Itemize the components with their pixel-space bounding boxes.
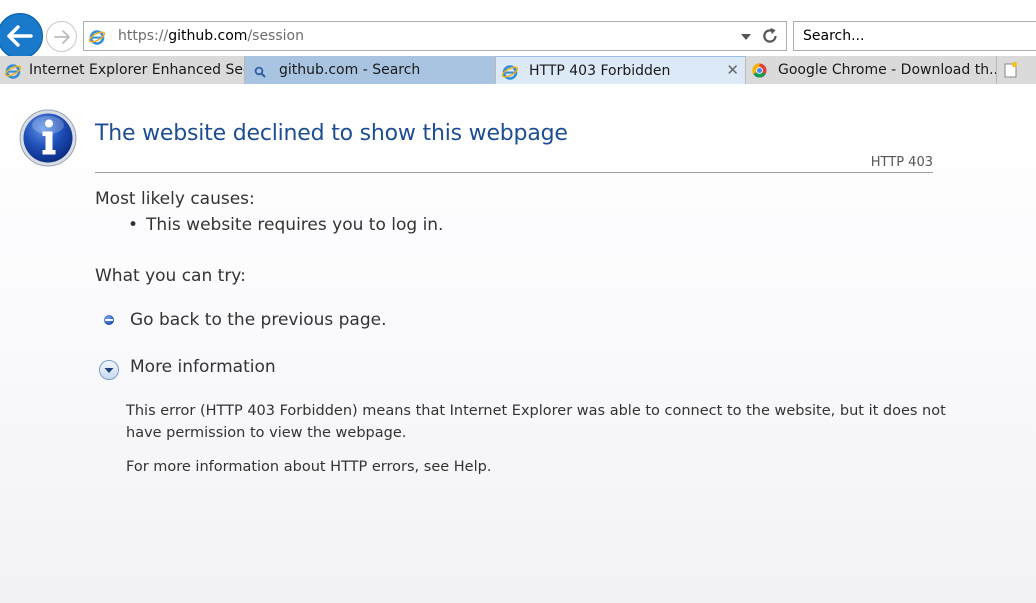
tab-google-chrome[interactable]: Google Chrome - Download th... (746, 56, 997, 84)
refresh-icon[interactable] (760, 26, 780, 50)
tab-http-403[interactable]: HTTP 403 Forbidden ✕ (496, 56, 746, 84)
list-item: • This website requires you to log in. (128, 215, 443, 235)
address-bar[interactable]: https://github.com/session (83, 21, 787, 51)
search-input[interactable] (794, 22, 1036, 50)
new-tab-icon (1004, 61, 1018, 78)
new-tab-button[interactable] (997, 56, 1025, 84)
causes-heading: Most likely causes: (95, 189, 255, 209)
tab-label: Google Chrome - Download th... (778, 62, 997, 78)
bullet-icon (103, 311, 115, 330)
forward-arrow-icon (53, 29, 70, 44)
error-code: HTTP 403 (870, 155, 933, 170)
tab-label: github.com - Search (279, 62, 421, 78)
page-title: The website declined to show this webpag… (95, 121, 568, 146)
url-text[interactable]: https://github.com/session (118, 28, 304, 44)
help-text: For more information about HTTP errors, … (126, 459, 492, 475)
cause-text: This website requires you to log in. (146, 215, 444, 235)
navigation-bar: https://github.com/session (0, 0, 1036, 59)
expand-icon[interactable] (98, 359, 120, 385)
close-icon[interactable]: ✕ (726, 61, 739, 79)
try-heading: What you can try: (95, 266, 246, 286)
tab-label: HTTP 403 Forbidden (529, 63, 671, 79)
back-button[interactable] (0, 13, 43, 59)
search-icon (254, 63, 266, 82)
more-information-toggle[interactable]: More information (130, 357, 276, 377)
tab-bar: Internet Explorer Enhanced Sec... github… (0, 56, 1036, 84)
bullet: • (128, 215, 139, 235)
back-arrow-icon (7, 25, 33, 47)
ie-icon (88, 28, 106, 50)
url-path: /session (247, 28, 304, 44)
info-icon (18, 108, 78, 172)
ie-icon (501, 63, 519, 84)
forward-button[interactable] (46, 21, 77, 52)
url-host: github.com (168, 28, 248, 44)
tab-label: Internet Explorer Enhanced Sec... (29, 62, 245, 78)
ie-icon (4, 62, 22, 84)
search-box[interactable] (793, 21, 1036, 51)
more-info-text: This error (HTTP 403 Forbidden) means th… (126, 403, 946, 441)
url-scheme: https:// (118, 28, 169, 44)
divider (95, 172, 933, 173)
tab-github-search[interactable]: github.com - Search (245, 56, 496, 84)
go-back-link[interactable]: Go back to the previous page. (130, 310, 387, 330)
chevron-down-icon[interactable] (741, 34, 751, 40)
chrome-icon (752, 63, 767, 82)
tab-ie-enhanced-security[interactable]: Internet Explorer Enhanced Sec... (0, 56, 245, 84)
